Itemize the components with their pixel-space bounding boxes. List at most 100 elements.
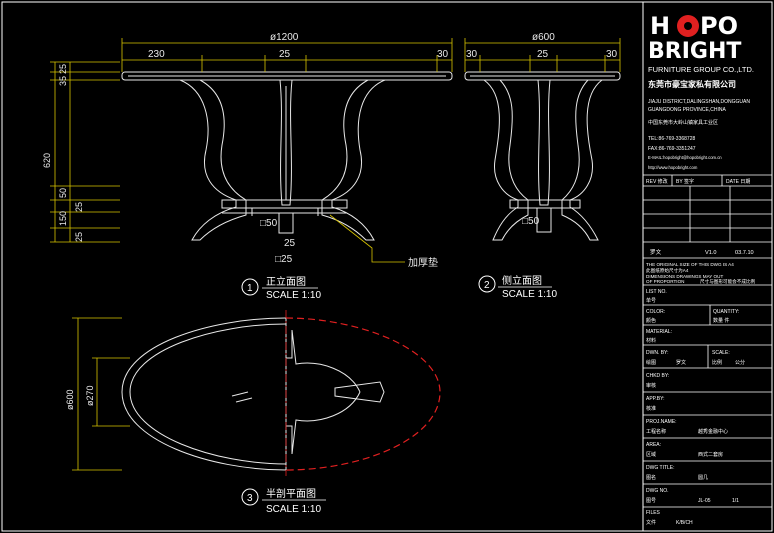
rev-col1: REV 修改 <box>646 178 668 185</box>
svg-text:PO: PO <box>700 12 738 40</box>
plan-inner-edge <box>129 323 287 465</box>
svg-text:3: 3 <box>247 493 253 504</box>
address-en-2: GUANGDONG PROVINCE,CHINA <box>648 107 726 113</box>
plan-view-title: 半剖平面图 <box>266 487 316 500</box>
note-line5: 尺寸与图形可能会不成比例 <box>700 278 756 285</box>
plan-dimension-lines <box>72 317 130 471</box>
cad-drawing: ø1200 230 25 30 25 35 620 50 25 150 25 □… <box>1 1 773 532</box>
address-en-1: JIAJU DISTRICT,DALINGSHAN,DONGGUAN <box>648 99 750 105</box>
quantity-value: 数量 件 <box>713 317 729 324</box>
files-value: K/B/CH <box>676 520 693 526</box>
dwg-no-page: 1/1 <box>732 498 739 504</box>
tel: TEL:86-769-3368728 <box>648 136 695 142</box>
appd-label: APP.BY: <box>646 396 665 402</box>
scale-label: SCALE: <box>712 350 730 356</box>
company-cn: 东莞市豪宝家私有限公司 <box>648 79 736 89</box>
side-view-scale: SCALE 1:10 <box>502 289 557 300</box>
email: E-MAIL:hopobright@hopobright.com.cn <box>648 155 722 160</box>
dwg-title-cn: 图名 <box>646 474 656 481</box>
area-value: 西式二套房 <box>698 451 723 458</box>
side-right-leg <box>561 79 604 241</box>
address-cn: 中国东莞市大岭山镇家具工业区 <box>648 119 718 126</box>
dwg-title-value: 圆几 <box>698 475 708 481</box>
rev-date: 03.7.10 <box>735 250 754 256</box>
side-center-post <box>537 79 551 206</box>
svg-text:1: 1 <box>247 283 253 294</box>
plan-leg-upper <box>286 329 361 393</box>
fax: FAX:86-769-3351247 <box>648 146 696 152</box>
note-line2: 此图纸原始尺寸为A4 <box>646 267 689 274</box>
color-label: COLOR: <box>646 309 665 315</box>
v-620-dim: 620 <box>42 153 52 168</box>
plan-view-scale: SCALE 1:10 <box>266 504 321 515</box>
side-30b-dim: 30 <box>606 49 618 60</box>
v-35-dim: 35 <box>58 76 68 86</box>
front-left-leg <box>179 79 247 241</box>
view-label-side: 2 侧立面图 SCALE 1:10 <box>478 274 557 300</box>
area-label: AREA: <box>646 442 661 448</box>
company-en: FURNITURE GROUP CO.,LTD. <box>648 65 754 74</box>
rev-col3: DATE 日期 <box>726 179 750 185</box>
side-25-dim: 25 <box>537 49 549 60</box>
list-no-label: LIST NO. <box>646 289 667 295</box>
dwn-by-cn: 绘图 <box>646 359 656 366</box>
files-cn: 文件 <box>646 519 656 526</box>
plan-view <box>121 317 385 471</box>
color-cn: 颜色 <box>646 317 656 324</box>
plan-leg-lower <box>286 391 361 455</box>
project-label: PROJ.NAME: <box>646 419 677 425</box>
front-width-dim: ø1200 <box>270 32 299 43</box>
svg-text:BRIGHT: BRIGHT <box>648 39 741 64</box>
dwg-no-value: JL-05 <box>698 498 711 504</box>
front-230-dim: 230 <box>148 49 165 60</box>
front-sq25: □25 <box>275 254 293 265</box>
dwn-by-label: DWN. BY: <box>646 350 669 356</box>
front-25-dim: 25 <box>279 49 291 60</box>
v-25a-dim: 25 <box>58 64 68 74</box>
view-label-plan: 3 半剖平面图 SCALE 1:10 <box>241 487 326 515</box>
note-line1: THE ORIGINAL SIZE OF THIS DWG IS A4 <box>646 262 734 267</box>
v-25b-dim: 25 <box>74 202 84 212</box>
callout-text: 加厚垫 <box>408 256 438 269</box>
side-view-title: 侧立面图 <box>502 274 542 287</box>
front-elevation <box>121 71 453 241</box>
project-cn: 工程名称 <box>646 428 666 435</box>
v-150-dim: 150 <box>58 211 68 226</box>
rev-col2: BY 签字 <box>676 178 694 185</box>
side-elevation <box>464 71 621 241</box>
front-view-title: 正立面图 <box>266 275 306 288</box>
list-no-cn: 单号 <box>646 297 656 304</box>
svg-text:H: H <box>650 12 670 40</box>
brand-logo: H PO BRIGHT <box>648 12 741 64</box>
side-sq50: □50 <box>522 216 540 227</box>
plan-hidden-outline <box>285 317 441 471</box>
scale-value: 公分 <box>735 359 745 366</box>
front-dimension-lines <box>50 38 453 243</box>
plan-270-dim: ø270 <box>85 385 95 406</box>
dwg-no-label: DWG NO. <box>646 488 669 494</box>
front-30-dim: 30 <box>437 49 449 60</box>
v-25c-dim: 25 <box>74 232 84 242</box>
side-30a-dim: 30 <box>466 49 478 60</box>
v-50-dim: 50 <box>58 188 68 198</box>
quantity-label: QUANTITY: <box>713 309 739 315</box>
note-line4: OF PROPORTION <box>646 279 684 284</box>
svg-text:2: 2 <box>484 280 490 291</box>
area-cn: 区域 <box>646 451 656 458</box>
chkd-label: CHKD BY: <box>646 373 669 379</box>
front-view-scale: SCALE 1:10 <box>266 290 321 301</box>
dwg-no-cn: 图号 <box>646 498 656 504</box>
plan-outer-edge <box>121 317 287 471</box>
material-cn: 材料 <box>646 337 656 344</box>
view-label-front: 1 正立面图 SCALE 1:10 <box>241 275 321 301</box>
rev-drawn: 罗文 <box>650 248 662 256</box>
front-base-ring <box>221 199 348 209</box>
rev-version: V1.0 <box>705 250 717 256</box>
appd-cn: 核准 <box>646 405 656 412</box>
plan-600-dim: ø600 <box>65 389 75 410</box>
dwn-by-value: 罗文 <box>676 359 686 366</box>
front-v25: 25 <box>284 238 296 249</box>
material-label: MATERIAL: <box>646 329 672 335</box>
files-label: FILES <box>646 510 661 516</box>
project-value: 越秀金融中心 <box>698 428 728 435</box>
